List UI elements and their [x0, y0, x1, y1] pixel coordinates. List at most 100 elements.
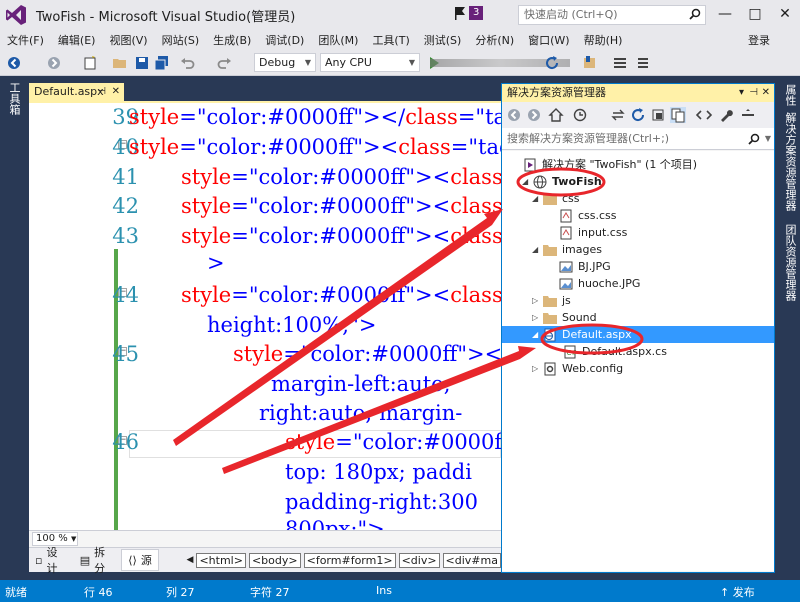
new-project-icon[interactable] — [82, 55, 98, 71]
solution-icon — [524, 158, 536, 171]
sync-icon[interactable] — [610, 107, 626, 123]
bookmark-icon[interactable] — [582, 55, 598, 71]
menu-window[interactable]: 窗口(W) — [521, 32, 576, 48]
properties-wrench-icon[interactable] — [718, 107, 734, 123]
menu-test[interactable]: 测试(S) — [417, 32, 469, 48]
solution-platform-select[interactable]: Any CPU ▼ — [320, 53, 420, 72]
solution-explorer-tab[interactable]: 解决方案资源管理器 — [782, 112, 798, 211]
breadcrumb-item[interactable]: <div> — [398, 552, 440, 568]
solution-configuration-select[interactable]: Debug ▼ — [254, 53, 316, 72]
properties-tab[interactable]: 属性 — [782, 84, 798, 106]
tree-node-file[interactable]: huoche.JPG — [558, 275, 640, 292]
redo-icon[interactable] — [216, 55, 232, 71]
tree-node-file[interactable]: css.css — [558, 207, 617, 224]
menu-website[interactable]: 网站(S) — [155, 32, 207, 48]
pin-icon[interactable]: ⊣ — [749, 84, 758, 102]
save-all-icon[interactable] — [154, 55, 170, 71]
design-view-button[interactable]: ▫ 设计 — [29, 542, 72, 578]
tree-label: Default.aspx — [562, 328, 632, 341]
menu-analyze[interactable]: 分析(N) — [468, 32, 521, 48]
breadcrumb-left-arrow[interactable]: ◀ — [187, 555, 194, 565]
breadcrumb-item[interactable]: <html> — [196, 552, 246, 568]
tree-node-folder[interactable]: ◢ css — [532, 190, 580, 207]
tree-node-project[interactable]: ◢ TwoFish — [522, 173, 602, 190]
breadcrumb-item[interactable]: <form#form1> — [303, 552, 396, 568]
line-number: 46 — [112, 430, 139, 454]
minimize-button[interactable]: — — [710, 0, 740, 28]
source-view-button[interactable]: ⟨⟩ 源 — [121, 549, 159, 571]
home-icon[interactable] — [548, 107, 564, 123]
menu-team[interactable]: 团队(M) — [311, 32, 365, 48]
tree-node-file[interactable]: ▷ Web.config — [532, 360, 623, 377]
menu-view[interactable]: 视图(V) — [102, 32, 154, 48]
notification-badge: 3 — [469, 6, 484, 20]
status-text: 就绪 — [5, 586, 27, 599]
tree-node-folder[interactable]: ◢ images — [532, 241, 602, 258]
view-code-icon[interactable] — [696, 107, 712, 123]
open-file-icon[interactable] — [112, 55, 128, 71]
maximize-button[interactable]: □ — [740, 0, 770, 28]
menu-help[interactable]: 帮助(H) — [577, 32, 630, 48]
notifications[interactable]: 3 — [455, 6, 484, 20]
split-label: 拆分 — [94, 546, 106, 575]
view-switcher-bar: ▫ 设计 ▤ 拆分 ⟨⟩ 源 ◀ <html> <body> <form#form1>… — [29, 546, 501, 575]
solution-search-input[interactable]: 搜索解决方案资源管理器(Ctrl+;) ▼ — [502, 128, 774, 150]
tree-node-file[interactable]: input.css — [558, 224, 627, 241]
login-link[interactable]: 登录 — [748, 32, 770, 48]
tree-node-folder[interactable]: ▷ js — [532, 292, 571, 309]
quick-launch-input[interactable]: 快速启动 (Ctrl+Q) — [518, 5, 706, 25]
code-line: style="color:#0000ff"><class="tag">img s… — [181, 224, 501, 248]
uncomment-icon[interactable] — [634, 55, 650, 71]
team-explorer-tab[interactable]: 团队资源管理器 — [782, 224, 798, 301]
menu-debug[interactable]: 调试(D) — [258, 32, 311, 48]
forward-icon[interactable] — [46, 55, 62, 71]
svg-text:C#: C# — [567, 349, 578, 357]
tab-default-aspx[interactable]: Default.aspx ⊣ ✕ — [29, 83, 124, 101]
comment-icon[interactable] — [612, 55, 628, 71]
tree-node-file[interactable]: BJ.JPG — [558, 258, 611, 275]
solution-explorer-toolbar — [502, 102, 774, 128]
split-view-button[interactable]: ▤ 拆分 — [74, 542, 119, 578]
search-options-icon[interactable]: ▼ — [765, 128, 771, 150]
tree-node-folder[interactable]: ▷ Sound — [532, 309, 597, 326]
menu-bar: 文件(F) 编辑(E) 视图(V) 网站(S) 生成(B) 调试(D) 团队(M… — [0, 30, 800, 50]
publish-button[interactable]: ↑ 发布 — [720, 584, 755, 600]
breadcrumb-item[interactable]: <div#ma — [442, 552, 501, 568]
save-icon[interactable] — [134, 55, 150, 71]
menu-build[interactable]: 生成(B) — [206, 32, 258, 48]
close-panel-icon[interactable]: ✕ — [762, 84, 770, 102]
dropdown-icon[interactable]: ▾ — [739, 84, 744, 102]
forward-icon[interactable] — [526, 107, 542, 123]
show-all-files-icon[interactable] — [670, 107, 686, 123]
toolbox-tab[interactable]: 工具箱 — [6, 82, 22, 115]
close-tab-icon[interactable]: ✕ — [112, 83, 120, 101]
solution-explorer-title-bar: 解决方案资源管理器 ▾ ⊣ ✕ — [502, 84, 774, 102]
visual-studio-logo-icon — [6, 5, 26, 25]
code-editor[interactable]: − − − − 39 style="color:#0000ff"></class… — [29, 103, 501, 530]
breadcrumb-item[interactable]: <body> — [248, 552, 301, 568]
split-icon: ▤ — [79, 553, 91, 567]
solution-explorer-title: 解决方案资源管理器 — [507, 86, 606, 99]
pin-icon[interactable]: ⊣ — [97, 83, 106, 101]
code-line: > — [207, 251, 225, 275]
back-icon[interactable] — [506, 107, 522, 123]
solution-search-placeholder: 搜索解决方案资源管理器(Ctrl+;) — [507, 132, 670, 145]
history-icon[interactable] — [572, 107, 588, 123]
web-form-file-icon — [544, 328, 556, 341]
refresh-icon[interactable] — [630, 107, 646, 123]
preview-icon[interactable] — [740, 107, 756, 123]
refresh-icon[interactable] — [544, 55, 560, 71]
back-icon[interactable] — [6, 55, 22, 71]
platform-value: Any CPU — [325, 56, 372, 69]
collapse-all-icon[interactable] — [650, 107, 666, 123]
tree-node-file-selected[interactable]: ◢ Default.aspx — [502, 326, 774, 343]
website-globe-icon — [533, 175, 547, 188]
code-line: right:auto; margin- — [259, 401, 463, 425]
close-button[interactable]: ✕ — [770, 0, 800, 28]
undo-icon[interactable] — [180, 55, 196, 71]
menu-edit[interactable]: 编辑(E) — [51, 32, 103, 48]
tree-node-solution[interactable]: 解决方案 "TwoFish" (1 个项目) — [512, 156, 697, 173]
menu-file[interactable]: 文件(F) — [0, 32, 51, 48]
tree-node-file[interactable]: C# Default.aspx.cs — [562, 343, 667, 360]
menu-tools[interactable]: 工具(T) — [365, 32, 416, 48]
